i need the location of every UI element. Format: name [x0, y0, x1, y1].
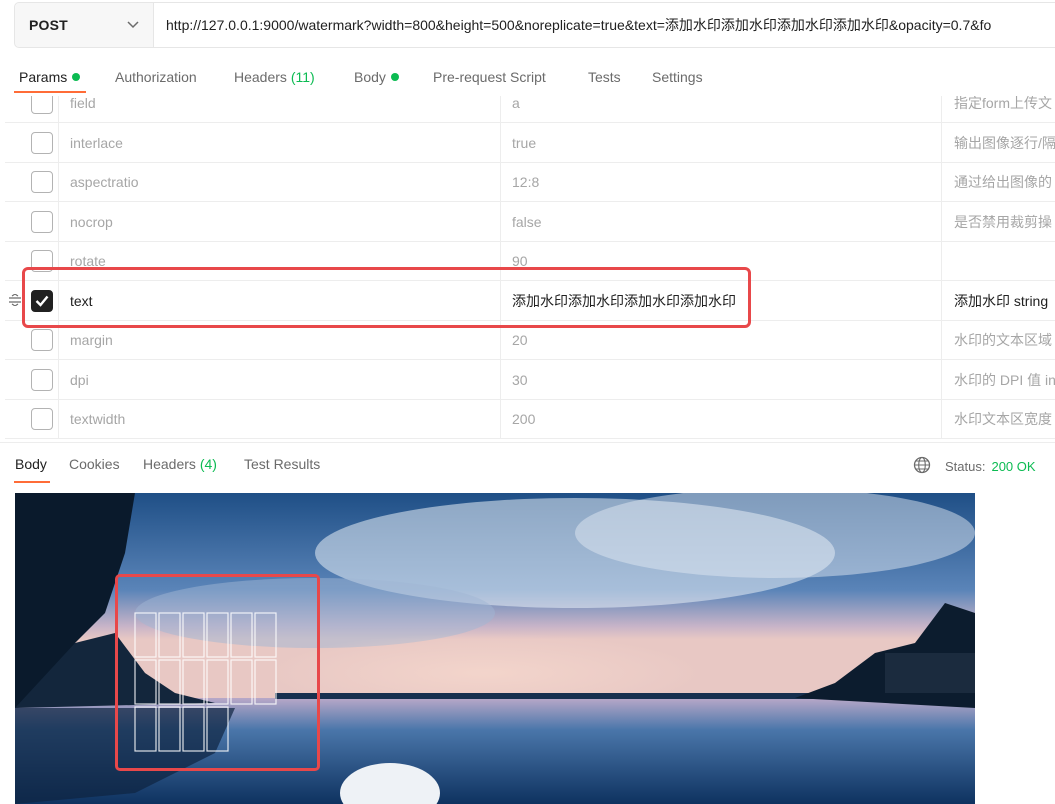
row-checkbox[interactable]	[31, 132, 53, 154]
params-dot	[72, 73, 81, 81]
tab-headers-count: (11)	[290, 69, 315, 85]
check-icon	[35, 295, 49, 307]
param-value[interactable]: 90	[501, 241, 942, 280]
table-row: field a 指定form上传文	[5, 96, 1055, 123]
param-value[interactable]: 30	[501, 360, 942, 399]
tab-test-results[interactable]: Test Results	[244, 456, 320, 472]
tab-params-label: Params	[19, 69, 68, 85]
row-checkbox[interactable]	[31, 369, 53, 391]
table-row: interlace true 输出图像逐行/隔	[5, 123, 1055, 163]
param-key[interactable]: field	[59, 96, 501, 122]
globe-icon[interactable]	[913, 456, 931, 477]
url-input[interactable]: http://127.0.0.1:9000/watermark?width=80…	[154, 3, 1055, 47]
param-value[interactable]: a	[501, 96, 942, 122]
request-tabs: Params Authorization Headers (11) Body P…	[0, 60, 1055, 96]
row-checkbox[interactable]	[31, 96, 53, 114]
table-row: textwidth 200 水印文本区宽度	[5, 399, 1055, 439]
param-value[interactable]: 添加水印添加水印添加水印添加水印	[501, 281, 942, 320]
table-row: margin 20 水印的文本区域	[5, 320, 1055, 360]
param-value[interactable]: 200	[501, 399, 942, 438]
tab-headers[interactable]: Headers (11)	[234, 69, 315, 85]
tab-response-headers-count: (4)	[199, 456, 217, 472]
param-key[interactable]: rotate	[59, 241, 501, 280]
method-label: POST	[29, 17, 68, 33]
row-checkbox[interactable]	[31, 329, 53, 351]
tab-headers-label: Headers	[234, 69, 287, 85]
params-table: field a 指定form上传文 interlace true 输出图像逐行/…	[5, 96, 1055, 442]
param-description[interactable]: 水印文本区宽度	[942, 399, 1055, 438]
tab-settings[interactable]: Settings	[652, 69, 703, 85]
tab-authorization-label: Authorization	[115, 69, 197, 85]
tab-test-results-label: Test Results	[244, 456, 321, 472]
row-checkbox[interactable]	[31, 408, 53, 430]
response-status: Status: 200 OK	[913, 456, 1036, 477]
param-key[interactable]: aspectratio	[59, 162, 501, 201]
tab-tests-label: Tests	[588, 69, 621, 85]
param-description[interactable]: 添加水印 string	[942, 281, 1055, 320]
tab-params-underline	[14, 91, 86, 93]
param-value[interactable]: false	[501, 202, 942, 241]
table-row: nocrop false 是否禁用裁剪操	[5, 202, 1055, 242]
param-key[interactable]: nocrop	[59, 202, 501, 241]
row-checkbox[interactable]	[31, 250, 53, 272]
tab-cookies-label: Cookies	[69, 456, 120, 472]
response-divider	[0, 442, 1055, 443]
watermark-glyph-boxes	[134, 612, 277, 752]
tab-body-label: Body	[354, 69, 386, 85]
table-row: rotate 90	[5, 241, 1055, 281]
param-key[interactable]: dpi	[59, 360, 501, 399]
param-description[interactable]: 输出图像逐行/隔	[942, 123, 1055, 162]
response-tabs: Body Cookies Headers (4) Test Results St…	[0, 445, 1055, 485]
tab-response-headers-label: Headers	[143, 456, 196, 472]
tab-tests[interactable]: Tests	[588, 69, 621, 85]
row-checkbox[interactable]	[31, 211, 53, 233]
tab-pre-request-script[interactable]: Pre-request Script	[433, 69, 546, 85]
param-key[interactable]: textwidth	[59, 399, 501, 438]
drag-handle-icon[interactable]	[9, 293, 21, 309]
param-key[interactable]: interlace	[59, 123, 501, 162]
tab-cookies[interactable]: Cookies	[69, 456, 120, 472]
param-description[interactable]: 水印的 DPI 值 in	[942, 360, 1055, 399]
request-url-bar: POST http://127.0.0.1:9000/watermark?wid…	[14, 2, 1055, 48]
param-description[interactable]: 通过给出图像的	[942, 162, 1055, 201]
param-value[interactable]: 12:8	[501, 162, 942, 201]
tab-authorization[interactable]: Authorization	[115, 69, 197, 85]
tab-body[interactable]: Body	[354, 69, 399, 85]
tab-response-body-label: Body	[15, 456, 47, 472]
status-code: 200 OK	[991, 459, 1036, 474]
tab-response-body-underline	[14, 481, 50, 483]
row-checkbox[interactable]	[31, 171, 53, 193]
table-row: dpi 30 水印的 DPI 值 in	[5, 360, 1055, 400]
param-description[interactable]	[942, 241, 1055, 280]
param-key[interactable]: text	[59, 281, 501, 320]
tab-response-headers[interactable]: Headers (4)	[143, 456, 217, 472]
param-description[interactable]: 水印的文本区域	[942, 320, 1055, 359]
chevron-down-icon	[127, 21, 139, 29]
param-description[interactable]: 指定form上传文	[942, 96, 1055, 122]
table-row: text 添加水印添加水印添加水印添加水印 添加水印 string	[5, 281, 1055, 321]
tab-response-body[interactable]: Body	[15, 456, 47, 472]
param-key[interactable]: margin	[59, 320, 501, 359]
method-select[interactable]: POST	[15, 3, 154, 47]
body-dot	[390, 73, 399, 81]
tab-pre-request-label: Pre-request Script	[433, 69, 546, 85]
status-label: Status:	[945, 459, 986, 474]
param-value[interactable]: 20	[501, 320, 942, 359]
tab-settings-label: Settings	[652, 69, 703, 85]
tab-params[interactable]: Params	[19, 69, 81, 85]
param-description[interactable]: 是否禁用裁剪操	[942, 202, 1055, 241]
row-checkbox-checked[interactable]	[31, 290, 53, 312]
param-value[interactable]: true	[501, 123, 942, 162]
table-row: aspectratio 12:8 通过给出图像的	[5, 162, 1055, 202]
